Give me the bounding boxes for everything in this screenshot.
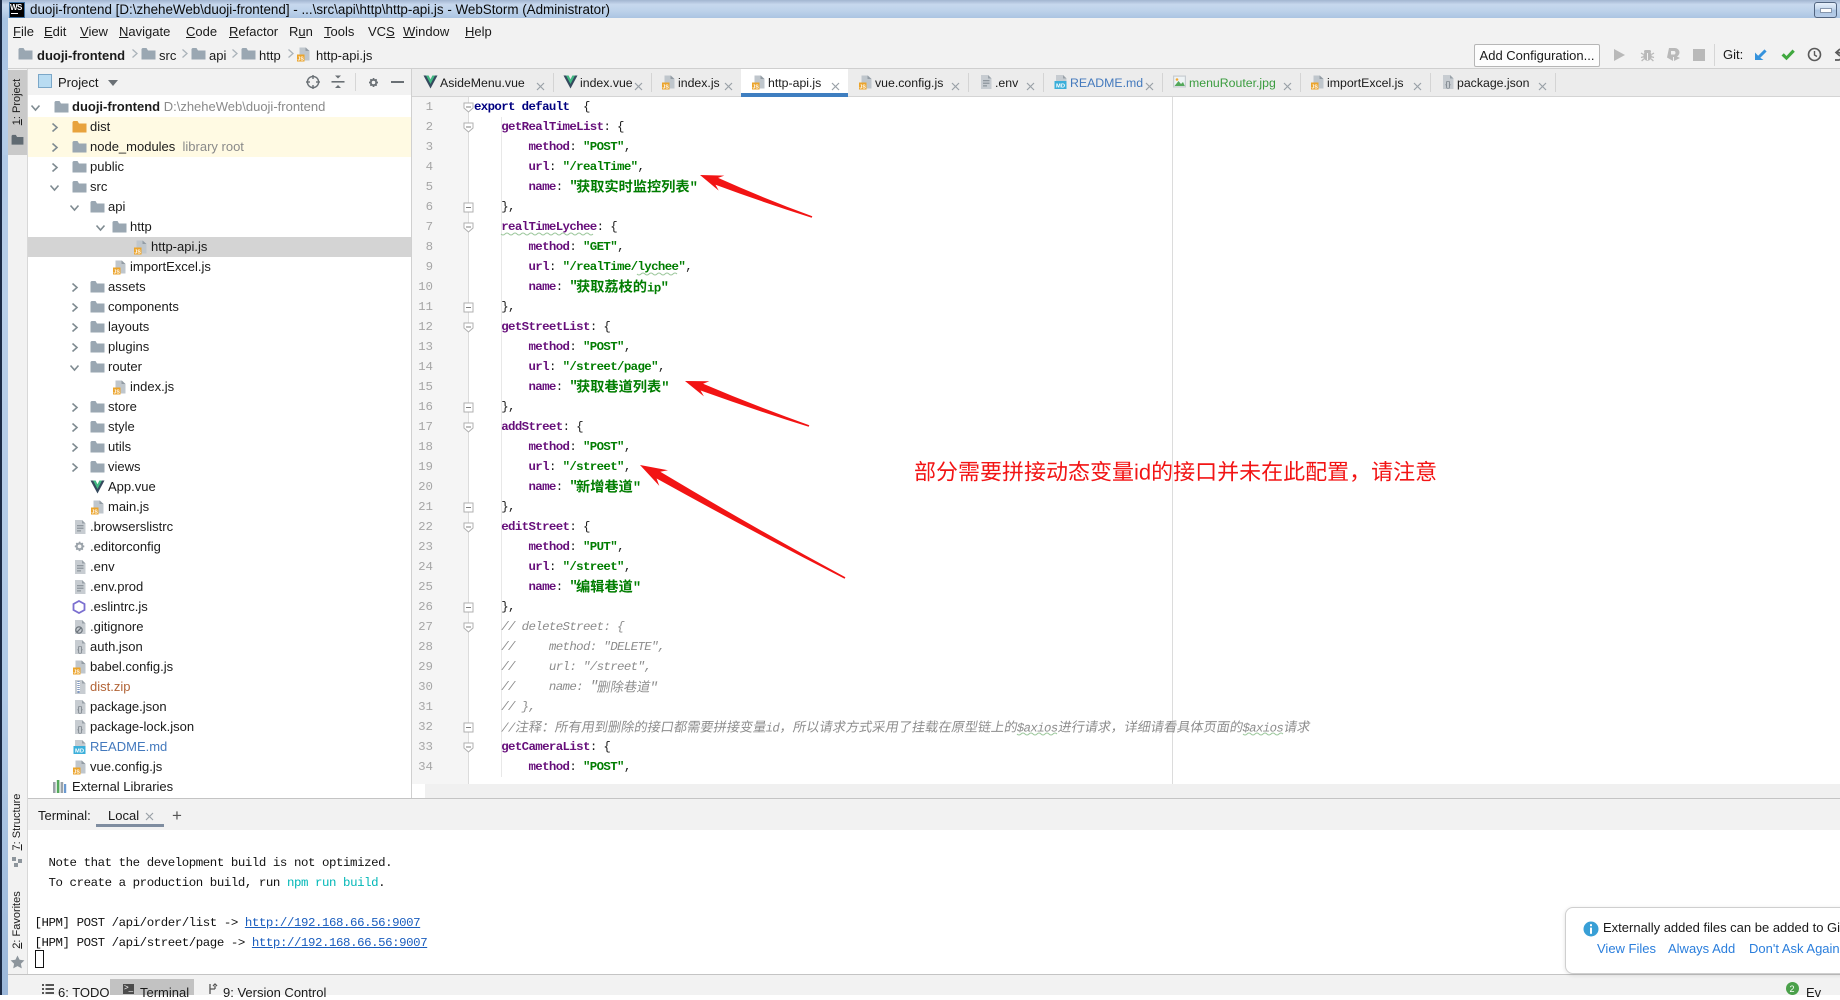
svg-text:{}: {} <box>1445 80 1451 89</box>
svg-text:{}: {} <box>77 705 83 714</box>
svg-text:JS: JS <box>114 270 121 275</box>
svg-text:JS: JS <box>1312 85 1319 90</box>
svg-text:JS: JS <box>298 57 305 62</box>
svg-text:MD: MD <box>1056 83 1065 89</box>
svg-text:{}: {} <box>77 645 83 654</box>
svg-text:MD: MD <box>75 748 84 754</box>
svg-text:JS: JS <box>135 250 142 255</box>
svg-text:JS: JS <box>92 510 99 515</box>
svg-text:JS: JS <box>860 85 867 90</box>
svg-text:JS: JS <box>74 670 81 675</box>
svg-text:JS: JS <box>74 770 81 775</box>
svg-text:JS: JS <box>753 85 760 90</box>
svg-text:JS: JS <box>663 85 670 90</box>
svg-text:JS: JS <box>114 390 121 395</box>
svg-text:{}: {} <box>77 725 83 734</box>
